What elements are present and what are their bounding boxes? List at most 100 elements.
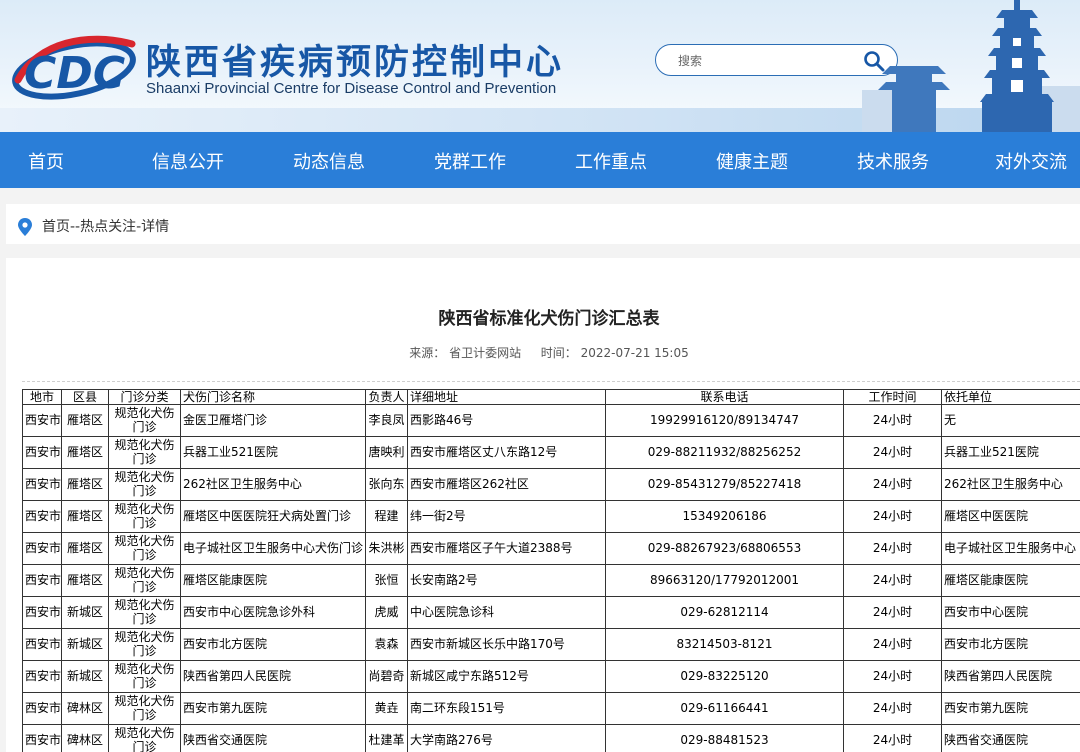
- cell-address: 西安市雁塔区262社区: [407, 468, 606, 501]
- cell-category: 规范化犬伤门诊: [108, 500, 181, 533]
- cell-category: 规范化犬伤门诊: [108, 628, 181, 661]
- cell-clinic: 陕西省第四人民医院: [180, 660, 366, 693]
- cell-address: 西安市新城区长乐中路170号: [407, 628, 606, 661]
- col-header-clinic: 犬伤门诊名称: [180, 389, 366, 405]
- cell-clinic: 262社区卫生服务中心: [180, 468, 366, 501]
- breadcrumb-text[interactable]: 首页--热点关注-详情: [42, 216, 169, 236]
- clinic-table: 地市 区县 门诊分类 犬伤门诊名称 负责人 详细地址 联系电话 工作时间 依托单…: [22, 389, 1080, 752]
- cdc-logo[interactable]: CDC: [8, 22, 138, 112]
- table-row: 西安市 雁塔区 规范化犬伤门诊 金医卫雁塔门诊 李良凤 西影路46号 19929916120…: [22, 404, 1080, 437]
- cell-district: 碑林区: [61, 724, 109, 752]
- cell-hours: 24小时: [843, 724, 942, 752]
- cell-district: 碑林区: [61, 692, 109, 725]
- cell-address: 中心医院急诊科: [407, 596, 606, 629]
- cell-clinic: 金医卫雁塔门诊: [180, 404, 366, 437]
- cell-clinic: 西安市北方医院: [180, 628, 366, 661]
- cell-contact: 袁森: [365, 628, 408, 661]
- cell-contact: 李良凤: [365, 404, 408, 437]
- table-row: 西安市 碑林区 规范化犬伤门诊 西安市第九医院 黄垚 南二环东段151号 029-61166…: [22, 692, 1080, 725]
- cell-district: 雁塔区: [61, 532, 109, 565]
- nav-item-news[interactable]: 动态信息: [293, 132, 365, 188]
- table-row: 西安市 雁塔区 规范化犬伤门诊 兵器工业521医院 唐映利 西安市雁塔区丈八东路12号 02…: [22, 436, 1080, 469]
- logo-text: CDC: [24, 48, 125, 99]
- cell-phone: 029-83225120: [605, 660, 844, 693]
- cell-category: 规范化犬伤门诊: [108, 436, 181, 469]
- col-header-category: 门诊分类: [108, 389, 181, 405]
- cell-clinic: 西安市第九医院: [180, 692, 366, 725]
- cell-contact: 杜建革: [365, 724, 408, 752]
- cell-address: 南二环东段151号: [407, 692, 606, 725]
- nav-item-external[interactable]: 对外交流: [995, 132, 1067, 188]
- cell-category: 规范化犬伤门诊: [108, 724, 181, 752]
- cell-district: 雁塔区: [61, 468, 109, 501]
- nav-item-info-public[interactable]: 信息公开: [152, 132, 224, 188]
- nav-item-party[interactable]: 党群工作: [434, 132, 506, 188]
- cell-phone: 029-85431279/85227418: [605, 468, 844, 501]
- col-header-unit: 依托单位: [941, 389, 1080, 405]
- cell-contact: 黄垚: [365, 692, 408, 725]
- cell-unit: 陕西省第四人民医院: [941, 660, 1080, 693]
- cell-city: 西安市: [22, 628, 62, 661]
- site-subtitle: Shaanxi Provincial Centre for Disease Co…: [146, 80, 557, 97]
- cell-address: 新城区咸宁东路512号: [407, 660, 606, 693]
- cell-category: 规范化犬伤门诊: [108, 692, 181, 725]
- time-label: 时间：: [540, 346, 577, 360]
- cell-address: 长安南路2号: [407, 564, 606, 597]
- nav-item-key-work[interactable]: 工作重点: [575, 132, 647, 188]
- source-value: 省卫计委网站: [449, 346, 522, 360]
- cell-contact: 虎威: [365, 596, 408, 629]
- cell-unit: 雁塔区能康医院: [941, 564, 1080, 597]
- cell-unit: 西安市第九医院: [941, 692, 1080, 725]
- cell-city: 西安市: [22, 564, 62, 597]
- breadcrumb: 首页--热点关注-详情: [6, 204, 1080, 244]
- nav-item-tech[interactable]: 技术服务: [857, 132, 929, 188]
- cell-district: 雁塔区: [61, 564, 109, 597]
- cell-hours: 24小时: [843, 532, 942, 565]
- col-header-address: 详细地址: [407, 389, 606, 405]
- table-row: 西安市 雁塔区 规范化犬伤门诊 电子城社区卫生服务中心犬伤门诊 朱洪彬 西安市雁塔区子午大…: [22, 532, 1080, 565]
- cell-address: 大学南路276号: [407, 724, 606, 752]
- cell-unit: 无: [941, 404, 1080, 437]
- cell-city: 西安市: [22, 532, 62, 565]
- col-header-phone: 联系电话: [605, 389, 844, 405]
- cell-clinic: 雁塔区中医医院狂犬病处置门诊: [180, 500, 366, 533]
- nav-item-health[interactable]: 健康主题: [716, 132, 788, 188]
- cell-address: 西影路46号: [407, 404, 606, 437]
- cell-city: 西安市: [22, 692, 62, 725]
- cell-district: 新城区: [61, 596, 109, 629]
- table-row: 西安市 雁塔区 规范化犬伤门诊 雁塔区能康医院 张恒 长安南路2号 89663120/177…: [22, 564, 1080, 597]
- cell-city: 西安市: [22, 404, 62, 437]
- nav-item-home[interactable]: 首页: [28, 132, 64, 188]
- cell-hours: 24小时: [843, 564, 942, 597]
- cell-phone: 15349206186: [605, 500, 844, 533]
- article: 陕西省标准化犬伤门诊汇总表 来源： 省卫计委网站 时间： 2022-07-21 …: [6, 258, 1080, 752]
- cell-contact: 张恒: [365, 564, 408, 597]
- cell-contact: 朱洪彬: [365, 532, 408, 565]
- cell-category: 规范化犬伤门诊: [108, 660, 181, 693]
- divider: [22, 381, 1080, 382]
- cell-city: 西安市: [22, 500, 62, 533]
- cell-phone: 029-88481523: [605, 724, 844, 752]
- cell-hours: 24小时: [843, 692, 942, 725]
- search-input[interactable]: [678, 51, 848, 71]
- cell-city: 西安市: [22, 436, 62, 469]
- cell-clinic: 电子城社区卫生服务中心犬伤门诊: [180, 532, 366, 565]
- cell-hours: 24小时: [843, 436, 942, 469]
- cell-phone: 19929916120/89134747: [605, 404, 844, 437]
- time-value: 2022-07-21 15:05: [580, 346, 689, 360]
- col-header-contact: 负责人: [365, 389, 408, 405]
- table-row: 西安市 雁塔区 规范化犬伤门诊 雁塔区中医医院狂犬病处置门诊 程建 纬一街2号 153492…: [22, 500, 1080, 533]
- table-row: 西安市 雁塔区 规范化犬伤门诊 262社区卫生服务中心 张向东 西安市雁塔区262社区 02…: [22, 468, 1080, 501]
- cell-unit: 262社区卫生服务中心: [941, 468, 1080, 501]
- cell-district: 雁塔区: [61, 500, 109, 533]
- source-label: 来源：: [409, 346, 446, 360]
- table-row: 西安市 新城区 规范化犬伤门诊 西安市中心医院急诊外科 虎威 中心医院急诊科 029-628…: [22, 596, 1080, 629]
- cell-district: 雁塔区: [61, 436, 109, 469]
- cell-city: 西安市: [22, 468, 62, 501]
- site-title: 陕西省疾病预防控制中心: [146, 43, 565, 83]
- cell-city: 西安市: [22, 660, 62, 693]
- cell-category: 规范化犬伤门诊: [108, 532, 181, 565]
- cell-unit: 雁塔区中医医院: [941, 500, 1080, 533]
- cell-category: 规范化犬伤门诊: [108, 596, 181, 629]
- cell-phone: 029-62812114: [605, 596, 844, 629]
